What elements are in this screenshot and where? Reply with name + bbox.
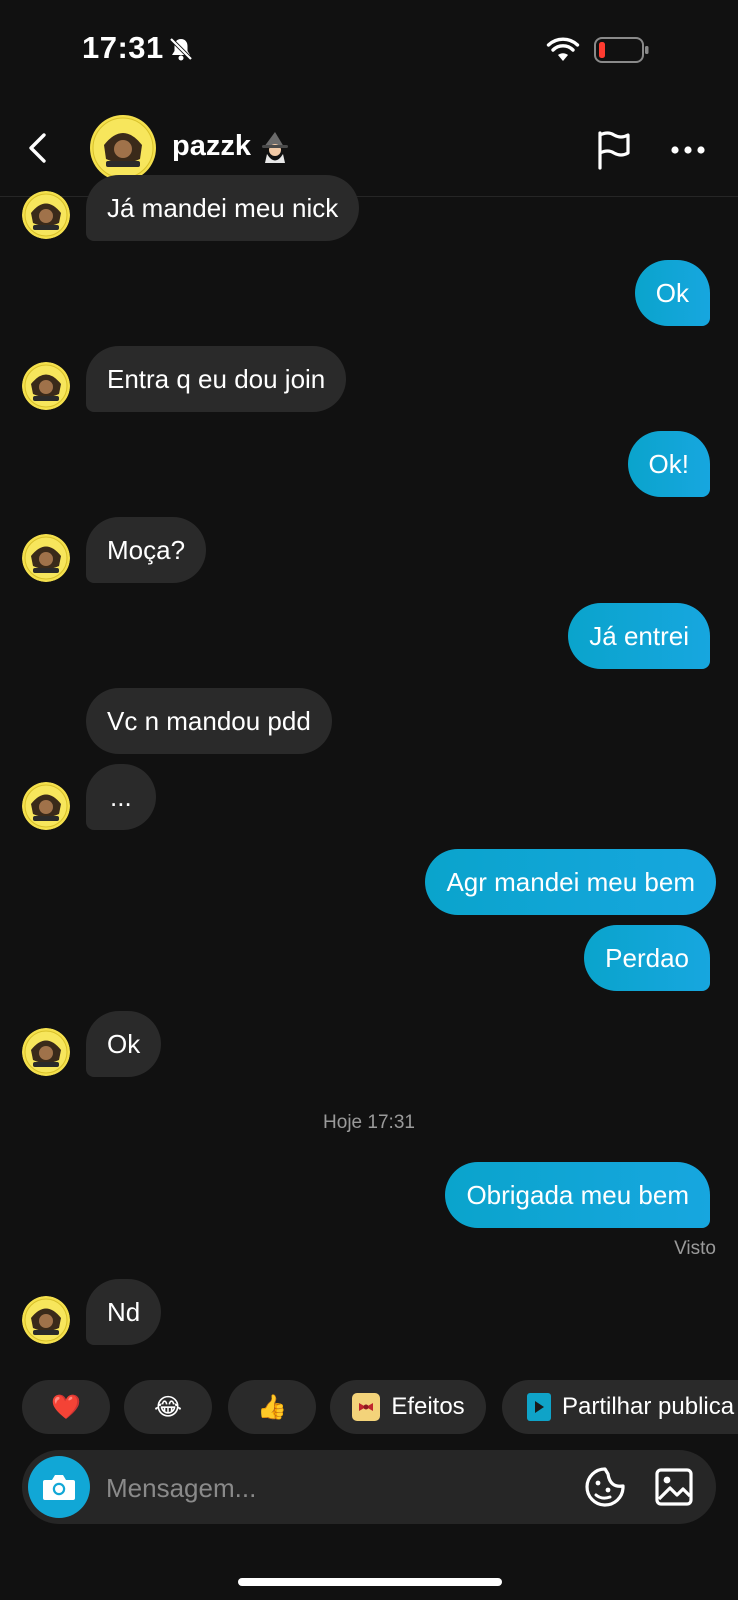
share-post-icon xyxy=(527,1393,551,1421)
message-incoming[interactable]: Vc n mandou pdd xyxy=(86,688,332,754)
reaction-heart-button[interactable]: ❤️ xyxy=(22,1380,110,1434)
message-incoming[interactable]: Já mandei meu nick xyxy=(86,175,360,241)
sender-avatar[interactable] xyxy=(22,1028,70,1076)
sticker-icon[interactable] xyxy=(584,1466,628,1508)
message-outgoing[interactable]: Ok! xyxy=(627,431,710,497)
effects-button[interactable]: Efeitos xyxy=(330,1380,486,1434)
heart-emoji-icon: ❤️ xyxy=(51,1393,81,1421)
reaction-laugh-button[interactable]: 😂 xyxy=(124,1380,212,1434)
camera-icon xyxy=(43,1475,75,1500)
message-incoming[interactable]: ... xyxy=(86,764,156,830)
battery-low-icon xyxy=(594,37,649,63)
message-incoming[interactable]: Entra q eu dou join xyxy=(86,346,347,412)
effects-icon xyxy=(352,1393,381,1421)
home-indicator xyxy=(238,1578,502,1586)
sender-avatar[interactable] xyxy=(22,191,70,239)
message-outgoing[interactable]: Agr mandei meu bem xyxy=(425,849,716,915)
reaction-thumbs-up-button[interactable]: 👍 xyxy=(228,1380,316,1434)
message-input[interactable] xyxy=(104,1462,548,1514)
bell-off-icon xyxy=(169,37,193,61)
camera-button[interactable] xyxy=(28,1456,90,1518)
chat-timestamp: Hoje 17:31 xyxy=(323,1112,415,1133)
sender-avatar[interactable] xyxy=(22,782,70,830)
contact-name[interactable]: pazzk xyxy=(172,130,251,163)
share-post-button[interactable]: Partilhar publica xyxy=(502,1380,738,1434)
status-time: 17:31 xyxy=(82,30,164,65)
sender-avatar[interactable] xyxy=(22,1296,70,1344)
contact-avatar[interactable] xyxy=(90,115,156,181)
sender-avatar[interactable] xyxy=(22,362,70,410)
message-outgoing[interactable]: Obrigada meu bem xyxy=(445,1162,710,1228)
message-incoming[interactable]: Nd xyxy=(86,1279,162,1345)
message-incoming[interactable]: Ok xyxy=(86,1011,162,1077)
wifi-icon xyxy=(546,37,580,61)
back-chevron-icon[interactable] xyxy=(26,132,50,164)
share-post-label: Partilhar publica xyxy=(562,1393,735,1420)
flag-icon[interactable] xyxy=(596,130,632,170)
seen-status: Visto xyxy=(674,1238,716,1259)
gallery-icon[interactable] xyxy=(655,1468,693,1506)
effects-label: Efeitos xyxy=(391,1393,465,1420)
more-icon[interactable] xyxy=(670,138,706,162)
thumbs-up-emoji-icon: 👍 xyxy=(257,1393,287,1421)
message-outgoing[interactable]: Ok xyxy=(634,260,710,326)
message-outgoing[interactable]: Perdao xyxy=(584,925,710,991)
message-outgoing[interactable]: Já entrei xyxy=(568,603,710,669)
laugh-emoji-icon: 😂 xyxy=(153,1393,183,1421)
sender-avatar[interactable] xyxy=(22,534,70,582)
wizard-emoji-icon xyxy=(262,132,288,163)
message-incoming[interactable]: Moça? xyxy=(86,517,207,583)
